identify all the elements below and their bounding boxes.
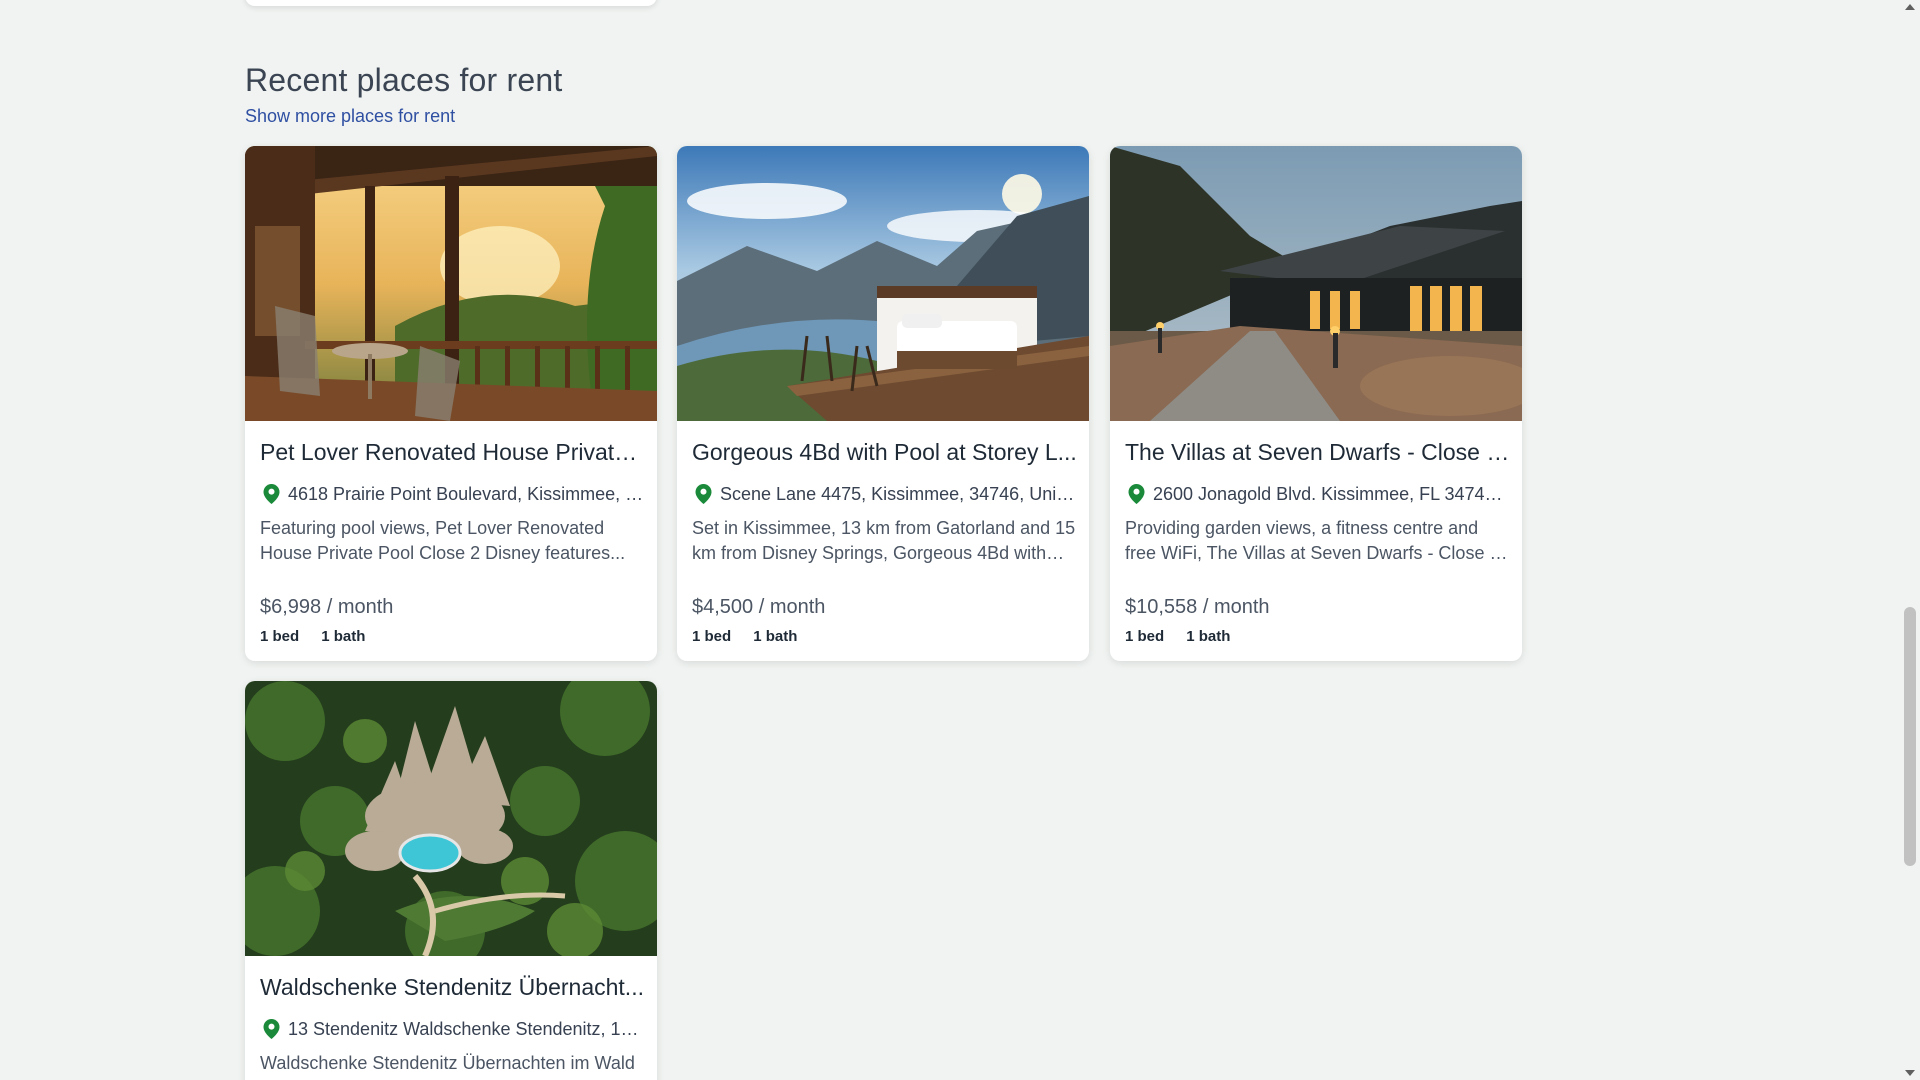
listing-description: Providing garden views, a fitness centre…	[1125, 518, 1505, 563]
map-pin-icon	[695, 484, 712, 504]
listing-features: 1 bed 1 bath	[692, 628, 797, 645]
listing-price: $10,558 / month	[1125, 596, 1270, 618]
vertical-scrollbar[interactable]	[1900, 0, 1920, 1080]
listing-features: 1 bed 1 bath	[260, 628, 365, 645]
listing-beds: 1 bed	[1125, 628, 1165, 645]
listing-card[interactable]: The Villas at Seven Dwarfs - Close t... …	[1110, 146, 1522, 661]
section-title: Recent places for rent	[245, 62, 563, 98]
listing-description: Waldschenke Stendenitz Übernachten im Wa…	[260, 1053, 635, 1073]
listing-price: $6,998 / month	[260, 596, 394, 618]
listing-address: Scene Lane 4475, Kissimmee, 34746, Unite…	[720, 483, 1077, 504]
listing-address-row: 2600 Jonagold Blvd. Kissimmee, FL 34746,…	[1125, 482, 1510, 506]
listing-features: 1 bed 1 bath	[1125, 628, 1230, 645]
listing-card[interactable]: Gorgeous 4Bd with Pool at Storey L... Sc…	[677, 146, 1089, 661]
map-pin-icon	[1128, 484, 1145, 504]
listing-address-row: Scene Lane 4475, Kissimmee, 34746, Unite…	[692, 482, 1077, 506]
listing-photo	[245, 146, 657, 421]
listing-description: Featuring pool views, Pet Lover Renovate…	[260, 518, 626, 563]
previous-listing-card-edge[interactable]	[245, 0, 657, 6]
listing-baths: 1 bath	[753, 628, 798, 645]
map-pin-icon	[263, 484, 280, 504]
scrollbar-thumb[interactable]	[1904, 607, 1916, 866]
listing-beds: 1 bed	[692, 628, 732, 645]
listing-address: 4618 Prairie Point Boulevard, Kissimmee,…	[288, 483, 645, 504]
listing-beds: 1 bed	[260, 628, 300, 645]
listing-photo	[1110, 146, 1522, 421]
listing-description: Set in Kissimmee, 13 km from Gatorland a…	[692, 518, 1076, 563]
listing-address: 13 Stendenitz Waldschenke Stendenitz, 16…	[288, 1018, 645, 1039]
listing-address: 2600 Jonagold Blvd. Kissimmee, FL 34746,…	[1153, 483, 1510, 504]
listing-title[interactable]: The Villas at Seven Dwarfs - Close t...	[1125, 439, 1510, 466]
listing-address-row: 4618 Prairie Point Boulevard, Kissimmee,…	[260, 482, 645, 506]
listing-photo	[677, 146, 1089, 421]
listing-card[interactable]: Pet Lover Renovated House Private ... 46…	[245, 146, 657, 661]
listing-card[interactable]: Waldschenke Stendenitz Übernacht... 13 S…	[245, 681, 657, 1080]
listing-baths: 1 bath	[321, 628, 366, 645]
show-more-places-link[interactable]: Show more places for rent	[245, 106, 455, 127]
listing-address-row: 13 Stendenitz Waldschenke Stendenitz, 16…	[260, 1017, 645, 1041]
page: Recent places for rent Show more places …	[0, 0, 1920, 1080]
listing-title[interactable]: Gorgeous 4Bd with Pool at Storey L...	[692, 439, 1077, 466]
listing-photo	[245, 681, 657, 956]
listing-baths: 1 bath	[1186, 628, 1231, 645]
scroll-down-arrow-icon[interactable]	[1905, 1070, 1915, 1076]
scroll-up-arrow-icon[interactable]	[1905, 4, 1915, 10]
listing-title[interactable]: Pet Lover Renovated House Private ...	[260, 439, 645, 466]
listing-price: $4,500 / month	[692, 596, 826, 618]
listing-title[interactable]: Waldschenke Stendenitz Übernacht...	[260, 974, 645, 1001]
map-pin-icon	[263, 1019, 280, 1039]
